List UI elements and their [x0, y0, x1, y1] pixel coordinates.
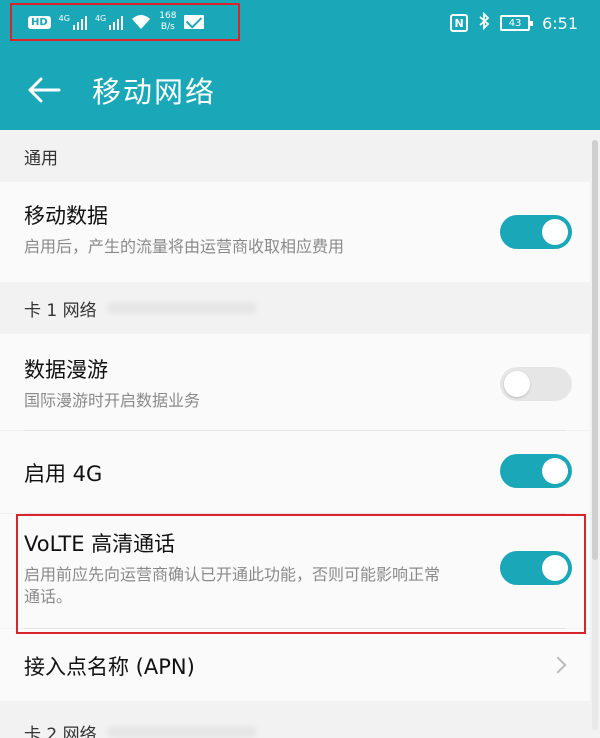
section-header-sim2: 卡 2 网络 [0, 701, 590, 738]
mobile-data-toggle[interactable] [500, 215, 572, 249]
status-icons-highlight: HD 4G 4G 168 B/s [10, 3, 240, 41]
setting-data-roaming[interactable]: 数据漫游 国际漫游时开启数据业务 [0, 334, 590, 430]
hd-icon: HD [28, 15, 51, 29]
back-button[interactable] [24, 70, 64, 110]
enable-4g-toggle[interactable] [500, 454, 572, 488]
signal-icon-sim2: 4G [95, 14, 124, 30]
back-arrow-icon [28, 77, 61, 103]
redacted-carrier [106, 726, 257, 738]
section-header-sim1: 卡 1 网络 [0, 282, 590, 334]
status-bar: HD 4G 4G 168 B/s N 43 6:51 [0, 0, 600, 50]
scrollbar[interactable] [592, 140, 598, 730]
setting-desc: 国际漫游时开启数据业务 [24, 391, 201, 410]
setting-apn[interactable]: 接入点名称 (APN) [0, 629, 590, 701]
network-speed: 168 B/s [159, 11, 177, 32]
setting-desc: 启用前应先向运营商确认已开通此功能，否则可能影响正常通话。 [24, 565, 441, 606]
setting-label: 数据漫游 [24, 358, 108, 382]
setting-volte[interactable]: VoLTE 高清通话 启用前应先向运营商确认已开通此功能，否则可能影响正常通话。 [0, 514, 590, 628]
setting-label: 启用 4G [24, 462, 103, 486]
signal-icon-sim1: 4G [59, 14, 87, 30]
mail-icon [184, 15, 205, 29]
volte-toggle[interactable] [500, 551, 572, 585]
scrollbar-thumb[interactable] [592, 140, 598, 560]
wifi-icon [131, 14, 151, 30]
page-title: 移动网络 [92, 75, 217, 109]
bluetooth-icon [478, 11, 490, 34]
battery-icon: 43 [500, 15, 534, 31]
setting-desc: 启用后，产生的流量将由运营商收取相应费用 [24, 237, 345, 256]
clock: 6:51 [542, 13, 578, 33]
nfc-icon: N [450, 14, 469, 32]
settings-list: 通用 移动数据 启用后，产生的流量将由运营商收取相应费用 卡 1 网络 数据漫游… [0, 130, 590, 738]
section-header-general: 通用 [0, 130, 590, 182]
setting-label: 接入点名称 (APN) [24, 655, 195, 679]
setting-enable-4g[interactable]: 启用 4G [0, 431, 590, 513]
setting-mobile-data[interactable]: 移动数据 启用后，产生的流量将由运营商收取相应费用 [0, 182, 590, 282]
data-roaming-toggle[interactable] [500, 367, 572, 401]
redacted-carrier [106, 302, 257, 314]
app-bar: HD 4G 4G 168 B/s N 43 6:51 移动网络 [0, 0, 600, 130]
setting-label: VoLTE 高清通话 [24, 532, 176, 556]
setting-label: 移动数据 [24, 204, 108, 228]
toolbar: 移动网络 [0, 50, 600, 130]
status-right: N 43 6:51 [450, 11, 578, 34]
